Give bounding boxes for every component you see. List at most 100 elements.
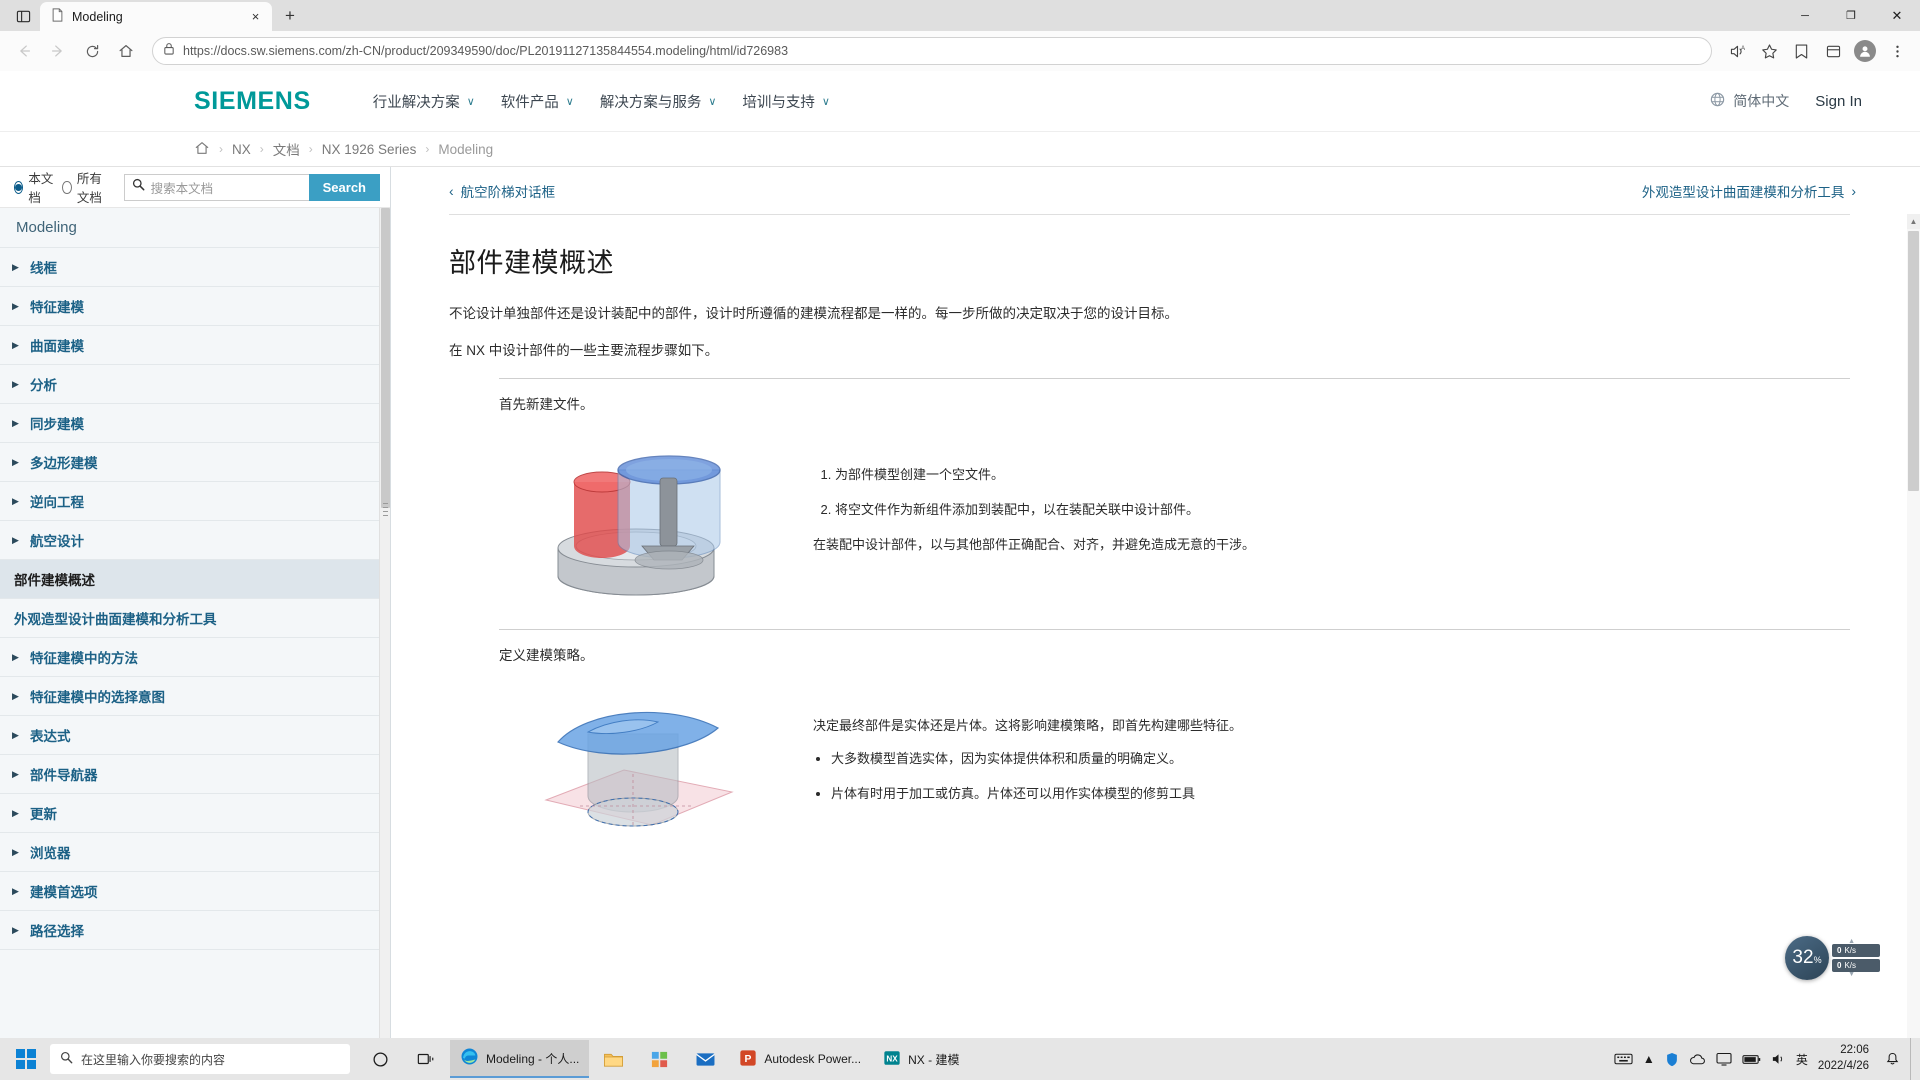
- toc-item-feature-modeling[interactable]: ▶ 特征建模: [0, 287, 390, 326]
- taskbar-item-file-explorer[interactable]: [591, 1040, 635, 1078]
- toc-item-surface-modeling[interactable]: ▶ 曲面建模: [0, 326, 390, 365]
- back-button[interactable]: [8, 35, 40, 67]
- scope-all-docs-radio[interactable]: 所有文档: [62, 168, 110, 206]
- start-button[interactable]: [4, 1038, 48, 1080]
- reload-button[interactable]: [76, 35, 108, 67]
- toc-item-part-navigator[interactable]: ▶ 部件导航器: [0, 755, 390, 794]
- download-rate: 0 K/s: [1832, 959, 1880, 972]
- nav-item-solutions-services[interactable]: 解决方案与服务 ∨: [600, 91, 717, 112]
- toc-item-browser[interactable]: ▶ 浏览器: [0, 833, 390, 872]
- read-aloud-icon[interactable]: A: [1722, 36, 1752, 66]
- toc-item-aerospace-design[interactable]: ▶ 航空设计: [0, 521, 390, 560]
- chevron-right-icon: ▶: [12, 495, 19, 506]
- siemens-logo[interactable]: SIEMENS: [194, 87, 311, 116]
- toc-item-appearance-design-tools[interactable]: 外观造型设计曲面建模和分析工具: [0, 599, 390, 638]
- breadcrumb-item-docs[interactable]: 文档: [273, 139, 300, 159]
- browser-tab[interactable]: Modeling ×: [40, 2, 272, 31]
- toc-item-label: 逆向工程: [30, 495, 84, 510]
- taskbar-item-store[interactable]: [637, 1040, 681, 1078]
- step-notes: 为部件模型创建一个空文件。 将空文件作为新组件添加到装配中，以在装配关联中设计部…: [813, 423, 1850, 555]
- toc-item-selection-intent[interactable]: ▶ 特征建模中的选择意图: [0, 677, 390, 716]
- breadcrumb-item-series[interactable]: NX 1926 Series: [322, 142, 417, 157]
- home-button[interactable]: [110, 35, 142, 67]
- toc-item-path-selection[interactable]: ▶ 路径选择: [0, 911, 390, 950]
- toc-item-methods-in-feature-modeling[interactable]: ▶ 特征建模中的方法: [0, 638, 390, 677]
- shield-icon[interactable]: [1665, 1052, 1679, 1067]
- search-button[interactable]: Search: [308, 173, 380, 201]
- home-icon[interactable]: [194, 140, 210, 159]
- taskbar-item-mail[interactable]: [683, 1040, 727, 1078]
- battery-icon[interactable]: [1742, 1054, 1761, 1065]
- scroll-up-arrow-icon[interactable]: ▲: [1907, 214, 1920, 229]
- address-bar[interactable]: https://docs.sw.siemens.com/zh-CN/produc…: [152, 37, 1712, 65]
- toc-item-label: 建模首选项: [30, 885, 98, 900]
- nav-item-training-support[interactable]: 培训与支持 ∨: [742, 91, 830, 112]
- close-icon[interactable]: ×: [247, 8, 264, 25]
- notifications-icon[interactable]: [1885, 1052, 1900, 1067]
- content-scrollbar[interactable]: ▲: [1907, 214, 1920, 1038]
- browser-tabstrip: Modeling × + ─ ❐ ✕: [0, 0, 1920, 31]
- sign-in-button[interactable]: Sign In: [1815, 93, 1862, 110]
- toc-item-wireframe[interactable]: ▶ 线框: [0, 248, 390, 287]
- collections-icon[interactable]: [1818, 36, 1848, 66]
- forward-arrow-icon: [51, 45, 62, 57]
- toc-item-modeling-preferences[interactable]: ▶ 建模首选项: [0, 872, 390, 911]
- nav-item-software-products[interactable]: 软件产品 ∨: [501, 91, 574, 112]
- search-placeholder: 搜索本文档: [150, 181, 214, 196]
- close-window-button[interactable]: ✕: [1874, 0, 1920, 31]
- show-desktop-button[interactable]: [1910, 1038, 1916, 1080]
- previous-topic-link[interactable]: ‹ 航空阶梯对话框: [449, 181, 555, 201]
- taskbar-clock[interactable]: 22:06 2022/4/26: [1818, 1043, 1875, 1074]
- cloud-icon[interactable]: [1689, 1053, 1706, 1066]
- page-title: 部件建模概述: [449, 248, 614, 278]
- article-intro-paragraph-1: 不论设计单独部件还是设计装配中的部件，设计时所遵循的建模流程都是一样的。每一步所…: [449, 306, 1178, 321]
- next-topic-link[interactable]: 外观造型设计曲面建模和分析工具 ›: [1642, 181, 1856, 201]
- forward-button[interactable]: [42, 35, 74, 67]
- monitor-icon[interactable]: [1716, 1052, 1732, 1066]
- toc-item-expressions[interactable]: ▶ 表达式: [0, 716, 390, 755]
- keyboard-icon[interactable]: [1614, 1052, 1633, 1066]
- chevron-right-icon: ▶: [12, 807, 19, 818]
- toc-item-synchronous-modeling[interactable]: ▶ 同步建模: [0, 404, 390, 443]
- scrollbar-thumb[interactable]: [1908, 231, 1919, 491]
- breadcrumb-item-nx[interactable]: NX: [232, 142, 251, 157]
- favorite-star-icon[interactable]: [1754, 36, 1784, 66]
- maximize-button[interactable]: ❐: [1828, 0, 1874, 31]
- toc-item-part-modeling-overview[interactable]: 部件建模概述: [0, 560, 390, 599]
- chevron-down-icon[interactable]: ▼: [1848, 971, 1855, 978]
- taskbar-search-placeholder: 在这里输入你要搜索的内容: [81, 1052, 226, 1067]
- scrollbar-grip[interactable]: [383, 503, 388, 525]
- minimize-button[interactable]: ─: [1782, 0, 1828, 31]
- scope-current-doc-radio[interactable]: 本文档: [14, 168, 53, 206]
- toc-item-update[interactable]: ▶ 更新: [0, 794, 390, 833]
- taskbar-item-nx[interactable]: NX NX - 建模: [873, 1040, 969, 1078]
- toc-item-reverse-engineering[interactable]: ▶ 逆向工程: [0, 482, 390, 521]
- browser-menu-button[interactable]: [1882, 36, 1912, 66]
- search-input[interactable]: 搜索本文档: [123, 173, 309, 201]
- nav-item-industry-solutions[interactable]: 行业解决方案 ∨: [373, 91, 475, 112]
- language-selector[interactable]: 简体中文: [1709, 91, 1789, 111]
- ime-indicator[interactable]: 英: [1796, 1051, 1808, 1068]
- profile-avatar-icon[interactable]: [1850, 36, 1880, 66]
- taskbar-search-input[interactable]: 在这里输入你要搜索的内容: [50, 1044, 350, 1074]
- chevron-up-icon[interactable]: ▲: [1848, 938, 1855, 945]
- scrollbar-thumb[interactable]: [381, 208, 390, 508]
- speed-monitor-widget[interactable]: 32% 0 K/s 0 K/s ▲ ▼: [1785, 936, 1880, 980]
- new-tab-button[interactable]: +: [276, 3, 304, 29]
- chevron-right-icon: ▶: [12, 690, 19, 701]
- task-view-button[interactable]: [404, 1040, 448, 1078]
- taskbar-item-edge[interactable]: Modeling - 个人...: [450, 1040, 590, 1078]
- chevron-up-icon[interactable]: ▲: [1643, 1052, 1655, 1066]
- breadcrumb-separator: ›: [259, 142, 264, 156]
- taskbar-item-autodesk-powermill[interactable]: P Autodesk Power...: [729, 1040, 871, 1078]
- cortana-button[interactable]: [358, 1040, 402, 1078]
- language-label: 简体中文: [1733, 93, 1790, 109]
- toc-item-analysis[interactable]: ▶ 分析: [0, 365, 390, 404]
- toc-item-polygon-modeling[interactable]: ▶ 多边形建模: [0, 443, 390, 482]
- speaker-icon[interactable]: [1771, 1052, 1786, 1066]
- sidebar-scrollbar[interactable]: [379, 208, 390, 1038]
- tab-actions-button[interactable]: [6, 3, 40, 29]
- article-step-block: 定义建模策略。 决定最终部件是实体还是片体。这将影响建模策略，即首先构建哪些特征…: [499, 629, 1850, 864]
- toc-item-label: 特征建模中的方法: [30, 651, 138, 666]
- favorites-icon[interactable]: [1786, 36, 1816, 66]
